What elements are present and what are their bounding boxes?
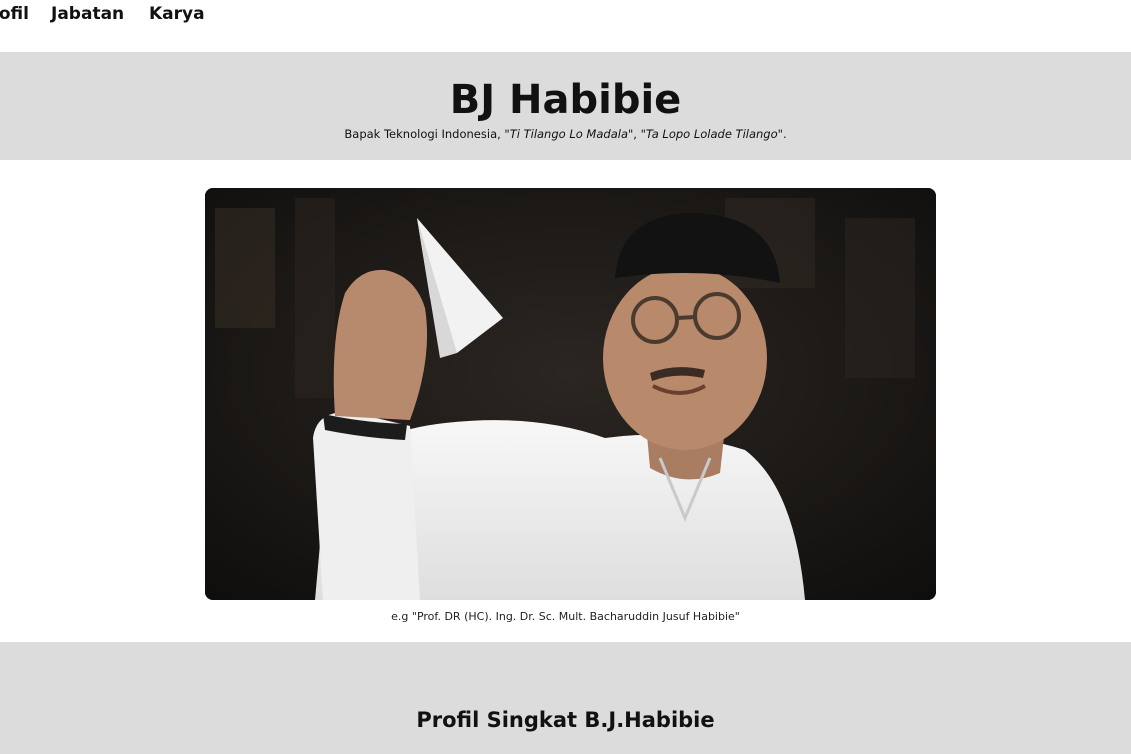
page-title: BJ Habibie [449, 77, 682, 123]
tagline-separator: ", " [628, 127, 646, 141]
page-tagline: Bapak Teknologi Indonesia, "Ti Tilango L… [0, 127, 1131, 141]
nav-link-profil[interactable]: Profil [0, 4, 29, 24]
tagline-suffix: ". [777, 127, 787, 141]
nav-link-karya[interactable]: Karya [149, 4, 205, 24]
profile-section: Profil Singkat B.J.Habibie [0, 642, 1131, 754]
photo-caption: e.g "Prof. DR (HC). Ing. Dr. Sc. Mult. B… [391, 610, 740, 623]
portrait-photo-illustration [205, 188, 936, 600]
nav-link-jabatan[interactable]: Jabatan [51, 4, 124, 24]
hero-header: BJ Habibie Bapak Teknologi Indonesia, "T… [0, 52, 1131, 160]
portrait-photo [205, 188, 936, 600]
tagline-quote-1: Ti Tilango Lo Madala [509, 127, 628, 141]
profile-heading: Profil Singkat B.J.Habibie [416, 708, 715, 732]
tagline-quote-2: Ta Lopo Lolade Tilango [645, 127, 778, 141]
top-navigation: Profil Jabatan Karya [0, 0, 1131, 52]
tagline-prefix: Bapak Teknologi Indonesia, " [344, 127, 510, 141]
